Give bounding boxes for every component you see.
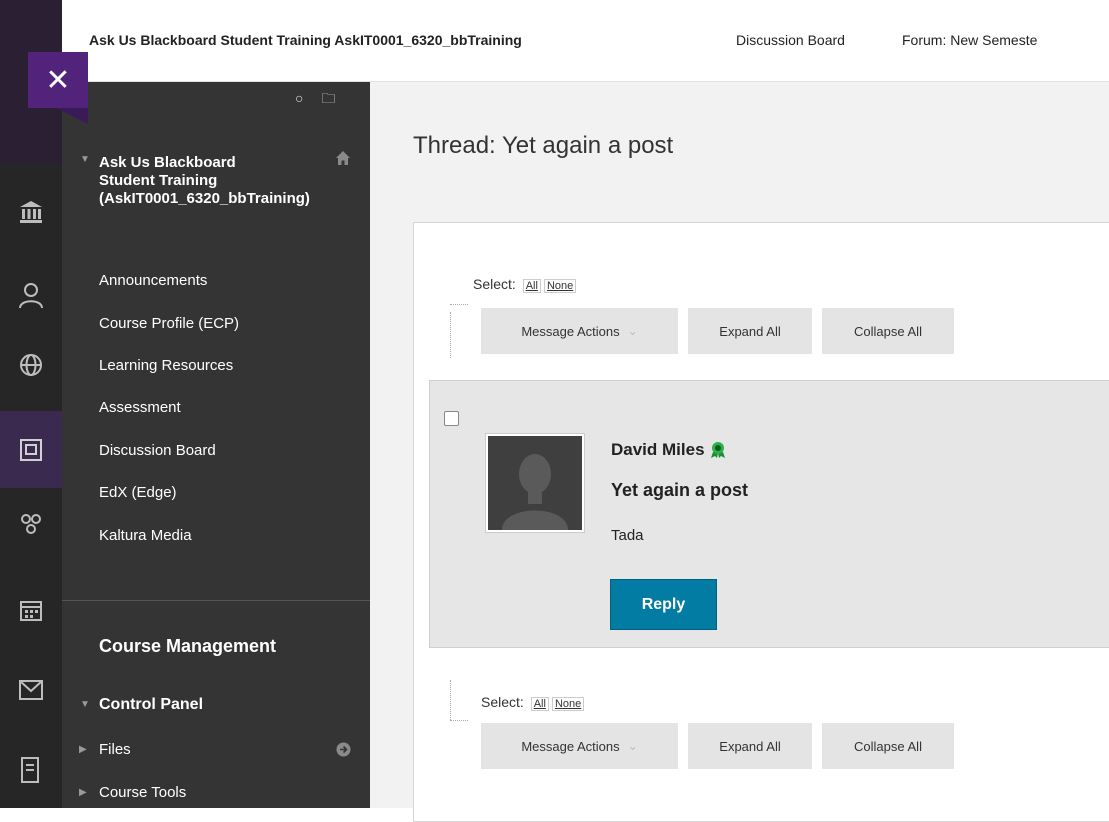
folder-view-icon[interactable]: 🗀: [321, 90, 335, 106]
select-none-link[interactable]: None: [543, 279, 577, 293]
post-select-checkbox[interactable]: [444, 411, 459, 426]
menu-item-learning-resources[interactable]: Learning Resources: [99, 357, 233, 374]
message-actions-label: Message Actions: [521, 323, 620, 339]
menu-item-announcements[interactable]: Announcements: [99, 272, 207, 289]
select-label: Select:: [473, 276, 516, 292]
home-icon[interactable]: [335, 150, 351, 171]
message-actions-button[interactable]: Message Actions ⌄: [481, 308, 678, 354]
groups-icon[interactable]: [0, 505, 62, 545]
expand-caret-icon[interactable]: ▶: [79, 744, 87, 755]
collapse-caret-icon[interactable]: ▼: [80, 699, 90, 710]
menu-divider: [62, 600, 370, 601]
calendar-icon[interactable]: [0, 590, 62, 630]
select-all-link[interactable]: All: [530, 697, 549, 711]
arrow-right-circle-icon[interactable]: [336, 742, 351, 761]
rail-icons: [0, 192, 62, 232]
course-menu-tools: ○ 🗀: [295, 88, 349, 112]
select-row-bottom: Select: All None: [481, 694, 585, 711]
expand-all-button[interactable]: Expand All: [688, 723, 812, 769]
menu-item-edx[interactable]: EdX (Edge): [99, 484, 177, 501]
connector-line: [450, 304, 468, 315]
breadcrumb-course[interactable]: Ask Us Blackboard Student Training AskIT…: [89, 32, 522, 48]
reply-button[interactable]: Reply: [610, 579, 717, 630]
course-management-heading: Course Management: [99, 636, 277, 656]
chevron-down-icon: ⌄: [627, 324, 638, 338]
grades-icon[interactable]: [0, 750, 62, 790]
post-subject: Yet again a post: [611, 480, 749, 500]
menu-item-course-profile[interactable]: Course Profile (ECP): [99, 315, 239, 332]
menu-item-kaltura-media[interactable]: Kaltura Media: [99, 527, 192, 544]
close-icon: ✕: [45, 63, 71, 97]
select-all-link[interactable]: All: [522, 279, 541, 293]
page-title: Thread: Yet again a post: [413, 132, 674, 159]
select-row-top: Select: All None: [473, 276, 577, 293]
menu-item-discussion-board[interactable]: Discussion Board: [99, 442, 216, 459]
avatar: [485, 433, 585, 533]
message-actions-label: Message Actions: [521, 738, 620, 754]
connector-line: [450, 720, 468, 731]
avatar-placeholder-icon: [502, 454, 568, 530]
collapse-all-button[interactable]: Collapse All: [822, 723, 954, 769]
user-icon[interactable]: [0, 275, 62, 315]
control-panel-course-tools[interactable]: Course Tools: [99, 784, 186, 801]
refresh-icon[interactable]: ○: [295, 90, 303, 106]
badge-icon: [711, 442, 725, 458]
chevron-down-icon: ⌄: [627, 739, 638, 753]
institution-icon[interactable]: [0, 192, 62, 232]
connector-line: [450, 680, 451, 720]
select-label: Select:: [481, 694, 524, 710]
expand-caret-icon[interactable]: ▶: [79, 787, 87, 798]
message-actions-button[interactable]: Message Actions ⌄: [481, 723, 678, 769]
expand-all-button[interactable]: Expand All: [688, 308, 812, 354]
courses-icon[interactable]: [0, 430, 62, 470]
select-none-link[interactable]: None: [551, 697, 585, 711]
control-panel-heading[interactable]: Control Panel: [99, 696, 203, 714]
mail-icon[interactable]: [0, 670, 62, 710]
globe-icon[interactable]: [0, 345, 62, 385]
collapse-all-button[interactable]: Collapse All: [822, 308, 954, 354]
post-author[interactable]: David Miles: [611, 440, 705, 460]
breadcrumb-discussion-board[interactable]: Discussion Board: [736, 32, 845, 48]
connector-line: [450, 312, 451, 358]
menu-item-assessment[interactable]: Assessment: [99, 399, 181, 416]
control-panel-files[interactable]: Files: [99, 741, 131, 758]
breadcrumb-forum[interactable]: Forum: New Semeste: [902, 32, 1109, 48]
course-menu-title[interactable]: Ask Us Blackboard Student Training (AskI…: [99, 154, 310, 208]
post-body: Tada: [611, 527, 644, 544]
close-menu-button[interactable]: ✕: [28, 52, 88, 124]
collapse-caret-icon[interactable]: ▼: [80, 154, 90, 165]
